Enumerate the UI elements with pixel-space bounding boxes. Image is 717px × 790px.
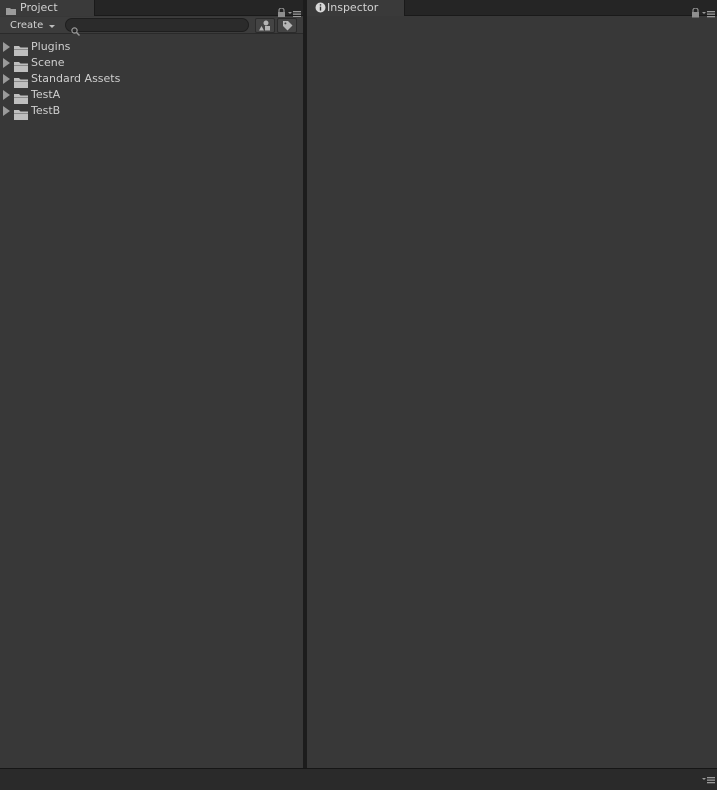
project-panel: Project Create Plugins Scene Standard As… [0, 0, 303, 768]
tree-item-scene[interactable]: Scene [0, 55, 303, 72]
info-icon [315, 2, 326, 18]
folder-icon [14, 105, 28, 124]
tree-item-label: Standard Assets [31, 72, 121, 85]
project-tab-label: Project [20, 1, 58, 14]
tree-item-plugins[interactable]: Plugins [0, 39, 303, 56]
expand-arrow-icon[interactable] [3, 106, 10, 116]
tag-icon [282, 16, 293, 35]
project-tabbar: Project [0, 0, 303, 18]
tree-item-label: TestA [31, 88, 61, 101]
type-filter-icon [259, 16, 271, 35]
expand-arrow-icon[interactable] [3, 58, 10, 68]
tab-project[interactable]: Project [0, 0, 95, 16]
dropdown-arrow-icon [49, 25, 56, 28]
tree-item-testa[interactable]: TestA [0, 87, 303, 104]
tree-item-standard-assets[interactable]: Standard Assets [0, 71, 303, 88]
tree-item-label: Scene [31, 56, 65, 69]
status-bar [0, 768, 717, 790]
create-dropdown-button[interactable]: Create [4, 18, 60, 33]
search-by-label-button[interactable] [277, 18, 297, 33]
panel-menu-icon[interactable] [702, 769, 715, 788]
expand-arrow-icon[interactable] [3, 90, 10, 100]
tree-item-label: TestB [31, 104, 61, 117]
lock-icon[interactable] [691, 3, 700, 22]
search-input[interactable] [65, 18, 249, 32]
expand-arrow-icon[interactable] [3, 42, 10, 52]
tree-item-testb[interactable]: TestB [0, 103, 303, 120]
tab-inspector[interactable]: Inspector [307, 0, 405, 16]
inspector-panel: Inspector [307, 0, 717, 768]
create-label: Create [10, 20, 44, 31]
expand-arrow-icon[interactable] [3, 74, 10, 84]
tree-item-label: Plugins [31, 40, 71, 53]
unity-editor-window: Project Create Plugins Scene Standard As… [0, 0, 717, 790]
project-tree: Plugins Scene Standard Assets TestA Test… [0, 39, 303, 120]
inspector-tab-label: Inspector [327, 1, 379, 14]
project-toolbar: Create [0, 17, 303, 36]
project-tab-controls [277, 3, 301, 18]
panel-menu-icon[interactable] [702, 3, 715, 22]
search-by-type-button[interactable] [255, 18, 275, 33]
inspector-tabbar: Inspector [307, 0, 717, 18]
inspector-tab-controls [691, 3, 715, 18]
